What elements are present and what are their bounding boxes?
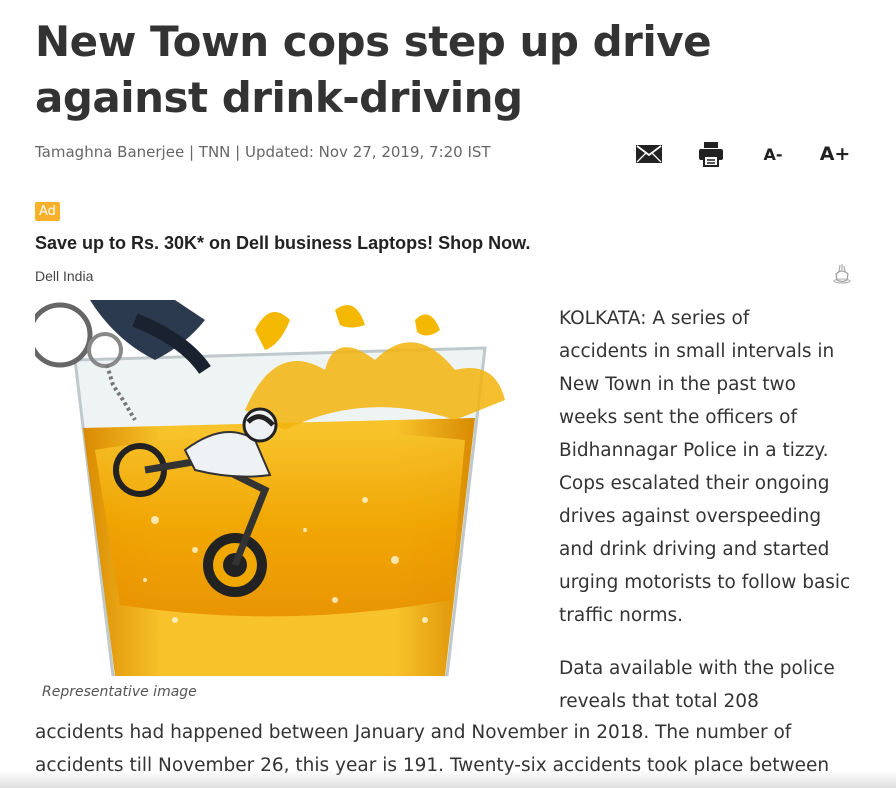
- byline-separator: |: [230, 143, 245, 161]
- envelope-icon: [636, 145, 662, 163]
- article-tools: A- A+: [630, 140, 860, 168]
- text-line: accidents had happened between January a…: [35, 722, 792, 743]
- print-button[interactable]: [696, 140, 726, 168]
- text-line: Data available with the police: [559, 658, 835, 679]
- text-line: KOLKATA: A series of: [559, 308, 750, 329]
- article-body-side: KOLKATA: A series of accidents in small …: [559, 302, 879, 718]
- text-line: reveals that total 208: [559, 691, 759, 712]
- ad-badge: Ad: [35, 202, 60, 221]
- text-line: Bidhannagar Police in a tizzy.: [559, 440, 829, 461]
- font-decrease-button[interactable]: A-: [760, 140, 786, 168]
- updated-time: Updated: Nov 27, 2019, 7:20 IST: [244, 143, 491, 161]
- ad-source[interactable]: Dell India: [35, 268, 93, 284]
- adchoices-icon[interactable]: [832, 262, 852, 284]
- text-line: and drink driving and started: [559, 539, 830, 560]
- printer-icon: [699, 142, 723, 167]
- text-line: drives against overspeeding: [559, 506, 822, 527]
- ad-title-link[interactable]: Save up to Rs. 30K* on Dell business Lap…: [35, 233, 530, 254]
- image-caption: Representative image: [42, 684, 197, 700]
- article-headline: New Town cops step up drive against drin…: [35, 17, 712, 122]
- author-link[interactable]: Tamaghna Banerjee: [35, 143, 184, 161]
- text-line: traffic norms.: [559, 605, 683, 626]
- text-line: accidents in small intervals in: [559, 341, 835, 362]
- text-line: Cops escalated their ongoing: [559, 473, 830, 494]
- text-line: weeks sent the officers of: [559, 407, 797, 428]
- paragraph-2: Data available with the police reveals t…: [559, 652, 879, 718]
- email-share-button[interactable]: [634, 140, 664, 168]
- paragraph-1: KOLKATA: A series of accidents in small …: [559, 302, 879, 632]
- text-line: New Town in the past two: [559, 374, 796, 395]
- byline: Tamaghna Banerjee | TNN | Updated: Nov 2…: [35, 143, 491, 161]
- font-increase-button[interactable]: A+: [820, 140, 851, 168]
- agency-name: TNN: [198, 143, 231, 161]
- scroll-fade: [0, 770, 896, 788]
- drink-driving-illustration: [35, 300, 533, 676]
- text-line: urging motorists to follow basic: [559, 572, 851, 593]
- byline-separator: |: [184, 143, 199, 161]
- article-image[interactable]: [35, 300, 533, 676]
